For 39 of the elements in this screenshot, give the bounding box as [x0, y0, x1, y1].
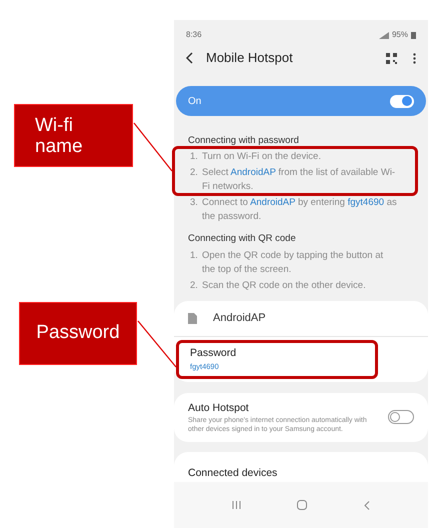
step-number: 1. [190, 248, 199, 262]
step-number: 2. [190, 278, 199, 292]
recent-apps-icon[interactable] [232, 501, 242, 510]
leader-line [137, 320, 177, 368]
toggle-switch[interactable] [390, 94, 414, 108]
section-title: Connecting with QR code [188, 232, 297, 246]
leader-line [133, 122, 173, 172]
auto-hotspot-title: Auto Hotspot [188, 400, 250, 416]
signal-icon [378, 32, 389, 38]
password-label: Password [190, 346, 238, 360]
step-text: Scan the QR code on the other device. [202, 278, 366, 292]
network-name: AndroidAP [213, 310, 266, 326]
annotation-label: Password [36, 321, 120, 346]
toggle-switch[interactable] [388, 410, 414, 424]
step-text: Connect to AndroidAP by entering fgyt4690 as the password. [202, 196, 398, 224]
page-title: Mobile Hotspot [206, 49, 294, 68]
annotation-label: Wi-fi name [35, 114, 84, 156]
battery-percent: 95% [392, 29, 408, 41]
highlighted-name: fgyt4690 [348, 197, 384, 208]
step-text: Select AndroidAP from the list of available Wi-Fi networks. [202, 166, 396, 194]
highlighted-name: AndroidAP [250, 197, 296, 208]
highlighted-name: AndroidAP [230, 167, 276, 178]
connected-devices-card[interactable]: Connected devices [174, 452, 428, 482]
back-icon[interactable] [186, 52, 194, 64]
section-title: Connecting with password [188, 134, 300, 148]
back-nav-icon[interactable] [364, 500, 370, 510]
switch-label: On [188, 94, 202, 108]
step-number: 2. [190, 166, 199, 180]
step-number: 3. [190, 196, 199, 210]
battery-icon [411, 31, 416, 39]
status-time: 8:36 [186, 29, 202, 41]
connected-devices-title: Connected devices [188, 467, 278, 480]
step-text: Turn on Wi-Fi on the device. [202, 150, 321, 164]
home-icon[interactable] [297, 500, 308, 510]
hotspot-icon [188, 312, 197, 324]
qr-code-icon[interactable] [386, 52, 397, 64]
more-options-icon[interactable] [413, 52, 416, 64]
step-number: 1. [190, 150, 199, 164]
step-text: Open the QR code by tapping the button at the top of the screen. [202, 248, 384, 276]
